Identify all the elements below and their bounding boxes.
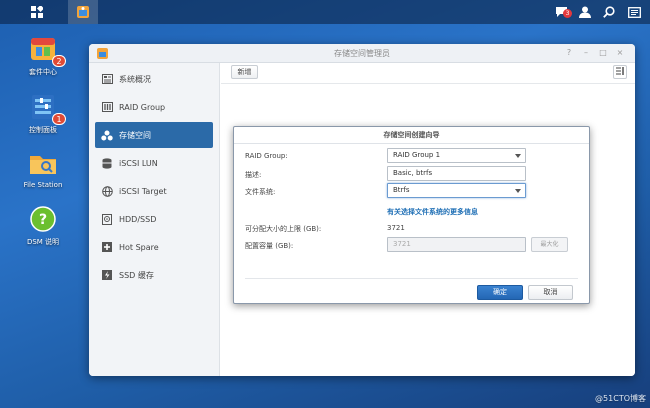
user-icon[interactable] <box>577 4 593 20</box>
list-view-icon <box>616 67 624 77</box>
raid-group-select[interactable]: RAID Group 1 <box>387 148 526 163</box>
sidebar-item-label: Hot Spare <box>119 242 159 252</box>
package-center-badge: 2 <box>52 55 66 67</box>
desktop-icon-dsm-help[interactable]: ? DSM 说明 <box>11 204 75 247</box>
desktop-icon-package-center[interactable]: 2 套件中心 <box>11 34 75 77</box>
sidebar-item-hdd-ssd[interactable]: HDD/SSD <box>95 206 213 232</box>
capacity-input: 3721 <box>387 237 526 252</box>
sidebar-item-ssd-cache[interactable]: SSD 缓存 <box>95 262 213 288</box>
sidebar-item-raid-group[interactable]: RAID Group <box>95 94 213 120</box>
window-titlebar[interactable]: 存储空间管理员 ? – □ × <box>89 44 635 63</box>
sidebar: 系统概况 RAID Group 存储空间 iSCSI LUN iSCSI Tar… <box>89 63 220 376</box>
raid-group-icon <box>101 101 113 113</box>
cancel-button[interactable]: 取消 <box>528 285 573 300</box>
svg-text:?: ? <box>39 212 47 228</box>
desktop-icon-label: 控制面板 <box>29 126 57 134</box>
iscsi-lun-icon <box>101 157 113 169</box>
sidebar-item-label: SSD 缓存 <box>119 270 154 280</box>
dialog-title: 存储空间创建向导 <box>383 131 440 139</box>
description-label: 描述: <box>245 171 262 179</box>
sidebar-item-iscsi-lun[interactable]: iSCSI LUN <box>95 150 213 176</box>
desktop-icon-control-panel[interactable]: 1 控制面板 <box>11 92 75 135</box>
sidebar-item-hot-spare[interactable]: Hot Spare <box>95 234 213 260</box>
sidebar-item-label: RAID Group <box>119 102 166 112</box>
dialog-header[interactable]: 存储空间创建向导 <box>234 127 589 144</box>
dialog-divider <box>245 278 578 279</box>
desktop-icon-file-station[interactable]: File Station <box>11 148 75 189</box>
volume-creation-wizard: 存储空间创建向导 RAID Group: RAID Group 1 描述: Ba… <box>233 126 590 304</box>
search-icon[interactable] <box>601 4 617 20</box>
toolbar-divider <box>221 83 635 84</box>
watermark: @51CTO博客 <box>595 394 646 403</box>
close-button[interactable]: × <box>615 48 625 58</box>
overview-icon <box>101 73 113 85</box>
ssd-cache-icon <box>101 269 113 281</box>
iscsi-target-icon <box>101 185 113 197</box>
chat-icon[interactable]: 3 <box>553 4 572 20</box>
capacity-value: 3721 <box>393 240 411 248</box>
widgets-icon[interactable] <box>626 4 642 20</box>
folder-icon <box>28 148 58 178</box>
package-center-icon: 2 <box>28 34 66 67</box>
hdd-icon <box>101 213 113 225</box>
sidebar-item-iscsi-target[interactable]: iSCSI Target <box>95 178 213 204</box>
sidebar-item-overview[interactable]: 系统概况 <box>95 66 213 92</box>
filesystem-info-link[interactable]: 有关选择文件系统的更多信息 <box>387 207 478 217</box>
ok-button[interactable]: 确定 <box>477 285 523 300</box>
filesystem-label: 文件系统: <box>245 188 276 196</box>
sidebar-item-label: 系统概况 <box>119 74 151 84</box>
sidebar-item-label: iSCSI Target <box>119 186 167 196</box>
sidebar-item-label: HDD/SSD <box>119 214 157 224</box>
sidebar-item-volume[interactable]: 存储空间 <box>95 122 213 148</box>
storage-manager-taskbar-icon[interactable] <box>68 0 98 24</box>
maximize-button[interactable]: □ <box>598 48 608 58</box>
capacity-label: 配置容量 (GB): <box>245 242 294 250</box>
desktop-icon-label: File Station <box>23 181 63 189</box>
help-button[interactable]: ? <box>564 48 574 58</box>
control-panel-icon: 1 <box>28 92 66 125</box>
description-value: Basic, btrfs <box>393 169 433 177</box>
desktop-icon-label: DSM 说明 <box>26 238 60 246</box>
max-size-label: 可分配大小的上限 (GB): <box>245 225 322 233</box>
volume-icon <box>101 129 113 141</box>
window-title: 存储空间管理员 <box>334 49 390 58</box>
hot-spare-icon <box>101 241 113 253</box>
chevron-down-icon <box>515 154 521 158</box>
sidebar-item-label: 存储空间 <box>119 130 151 140</box>
description-input[interactable]: Basic, btrfs <box>387 166 526 181</box>
view-toggle-button[interactable] <box>613 65 627 79</box>
filesystem-select[interactable]: Btrfs <box>387 183 526 198</box>
help-icon: ? <box>28 204 58 234</box>
sidebar-item-label: iSCSI LUN <box>119 158 158 168</box>
chevron-down-icon <box>515 189 521 193</box>
filesystem-value: Btrfs <box>393 186 410 194</box>
max-size-value: 3721 <box>387 224 405 232</box>
main-menu-icon[interactable] <box>24 0 50 24</box>
control-panel-badge: 1 <box>52 113 66 125</box>
desktop-icon-label: 套件中心 <box>29 68 57 76</box>
minimize-button[interactable]: – <box>581 48 591 58</box>
maximize-capacity-button: 最大化 <box>531 237 568 252</box>
raid-group-value: RAID Group 1 <box>393 151 441 159</box>
taskbar: 3 <box>0 0 650 24</box>
raid-group-label: RAID Group: <box>245 152 288 160</box>
chat-badge: 3 <box>563 9 572 18</box>
new-button[interactable]: 新增 <box>231 65 258 79</box>
